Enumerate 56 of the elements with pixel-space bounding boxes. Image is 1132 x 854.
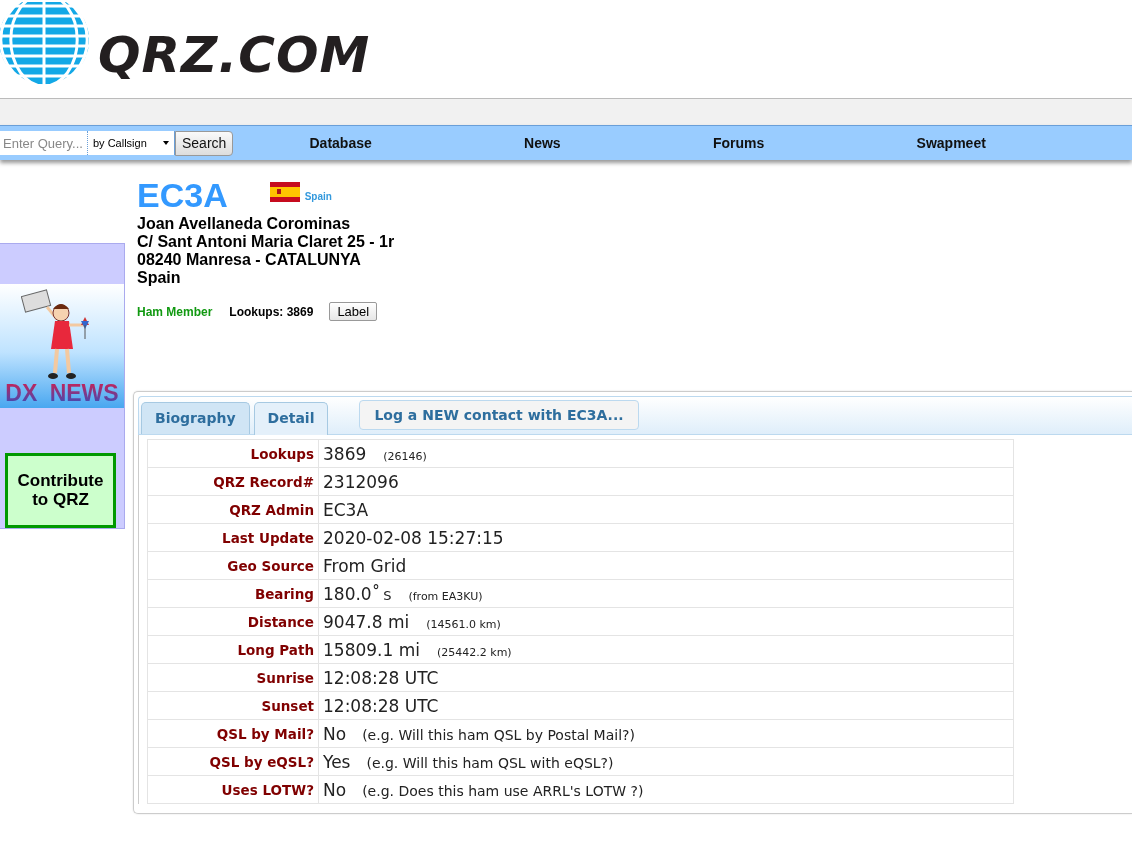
unit-label: S [383,587,392,603]
address-line: Joan Avellaneda Corominas [137,215,351,233]
tab[interactable]: Detail [253,402,329,435]
field-label: Bearing [147,579,319,608]
field-note: (26146) [383,449,427,463]
field-value: 15809.1 mi [323,639,420,660]
field-label: Distance [147,607,319,636]
callsign-heading: EC3A [137,178,228,212]
field-value: Yes [323,751,351,772]
field-label: QRZ Record# [147,467,319,496]
field-label: Uses LOTW? [147,775,319,804]
site-logo-text[interactable]: QRZ.COM [98,30,371,80]
field-hint: (e.g. Does this ham use ARRL's LOTW ?) [362,782,644,799]
field-label: Long Path [147,635,319,664]
label-button[interactable]: Label [329,302,378,321]
address-line: Spain [137,269,181,287]
log-contact-button[interactable]: Log a NEW contact with EC3A... [359,400,639,430]
field-value: From Grid [323,555,407,576]
field-value: 2312096 [323,471,399,492]
tab[interactable]: Biography [141,402,250,434]
field-value: 2020-02-08 15:27:15 [323,527,504,548]
field-label: Geo Source [147,551,319,580]
field-value: EC3A [323,499,369,520]
field-hint: (e.g. Will this ham QSL with eQSL?) [366,754,614,771]
field-value: No [323,779,347,800]
nav-link[interactable]: News [524,135,561,151]
flag-icon [269,182,300,202]
search-type-dropdown[interactable]: by Callsign [88,131,175,155]
search-button[interactable]: Search [175,130,234,156]
search-field[interactable]: Enter Query... [0,131,88,155]
address-line: 08240 Manresa - CATALUNYA [137,251,361,269]
field-label: Sunrise [147,663,319,692]
field-label: QSL by Mail? [147,719,319,748]
nav-link[interactable]: Database [309,135,372,151]
field-note: (from EA3KU) [408,589,483,603]
contribute-button[interactable]: Contribute to QRZ [5,453,116,528]
lookups-count: Lookups: 3869 [229,304,314,319]
nav-link[interactable]: Forums [712,135,765,151]
field-value: 12:08:28 UTC [323,667,439,688]
field-value: 9047.8 mi [323,611,410,632]
nav-link[interactable]: Swapmeet [916,135,986,151]
field-label: Lookups [147,439,319,468]
field-note: (14561.0 km) [426,617,501,631]
address-line: C/ Sant Antoni Maria Claret 25 - 1r [137,233,395,251]
field-value: 3869 [323,443,367,464]
membership-label: Ham Member [137,304,213,319]
field-hint: (e.g. Will this ham QSL by Postal Mail?) [362,726,635,743]
field-label: Sunset [147,691,319,720]
globe-icon [0,2,92,86]
field-label: QRZ Admin [147,495,319,524]
field-value: 180.0˚ [323,583,381,604]
field-value: No [323,723,347,744]
field-label: QSL by eQSL? [147,747,319,776]
field-note: (25442.2 km) [437,645,512,659]
field-value: 12:08:28 UTC [323,695,439,716]
field-label: Last Update [147,523,319,552]
